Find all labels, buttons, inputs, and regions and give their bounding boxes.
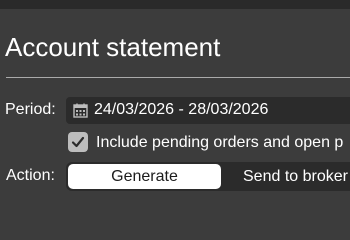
account-statement-panel: Account statement Period: 24/03/2026 - 2… <box>0 0 350 200</box>
date-range-value[interactable]: 24/03/2026 - 28/03/2026 <box>94 100 268 120</box>
checkmark-icon <box>71 136 85 148</box>
generate-button[interactable]: Generate <box>68 164 221 189</box>
calendar-icon[interactable] <box>73 103 88 118</box>
send-to-broker-button[interactable]: Send to broker <box>243 164 348 189</box>
title-divider <box>6 77 350 78</box>
top-bar <box>0 0 350 9</box>
period-label: Period: <box>5 101 56 118</box>
include-pending-checkbox[interactable] <box>68 132 88 152</box>
include-pending-label[interactable]: Include pending orders and open p <box>96 133 343 153</box>
page-title: Account statement <box>5 32 221 62</box>
action-label: Action: <box>6 167 55 184</box>
